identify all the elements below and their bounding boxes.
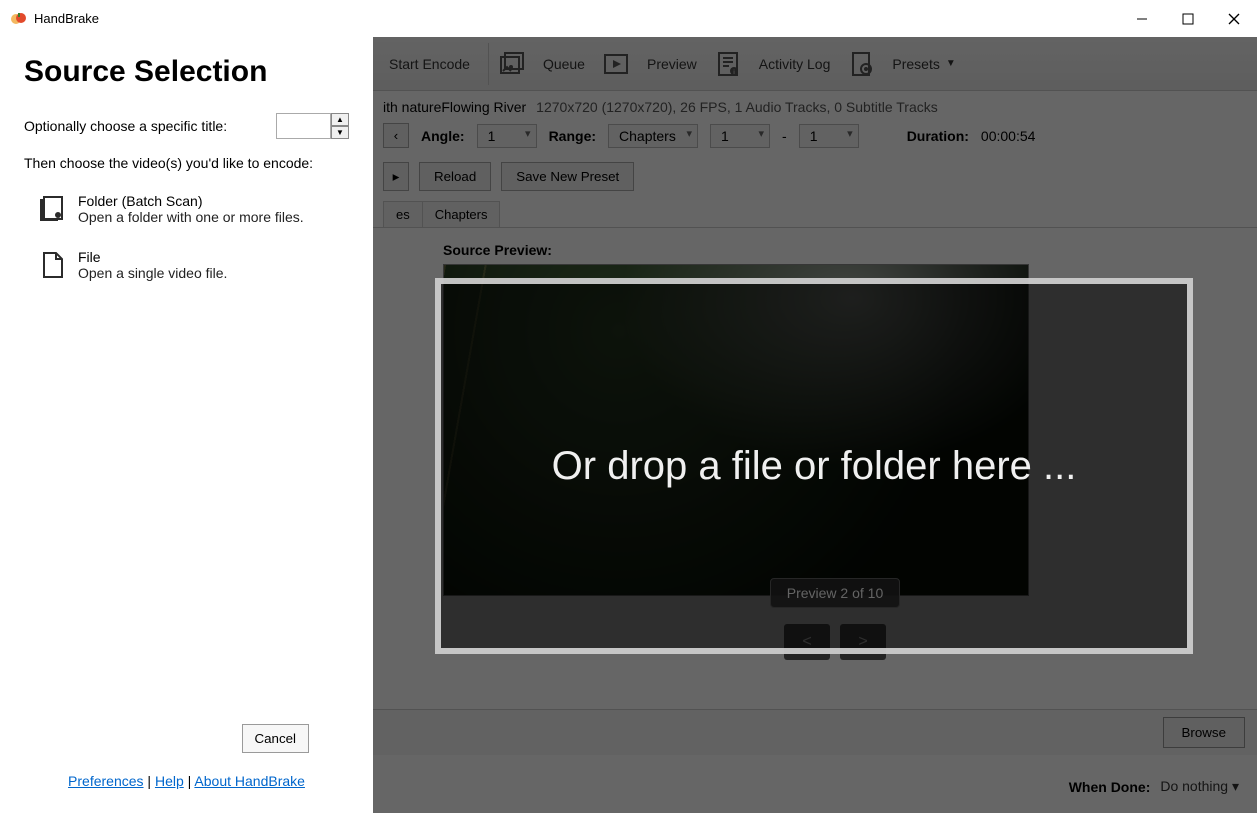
queue-add-icon[interactable] [499,51,525,77]
open-folder-option[interactable]: Folder (Batch Scan) Open a folder with o… [24,193,349,225]
titlebar: HandBrake [0,0,1257,37]
help-link[interactable]: Help [155,773,184,789]
range-label: Range: [549,128,596,144]
browse-button[interactable]: Browse [1163,717,1245,748]
file-option-desc: Open a single video file. [78,265,227,281]
queue-button[interactable]: Queue [535,50,593,78]
minimize-button[interactable] [1119,4,1165,34]
cancel-button[interactable]: Cancel [242,724,310,753]
title-spinner-down[interactable]: ▼ [331,126,349,139]
source-selection-panel: Source Selection Optionally choose a spe… [0,37,373,813]
duration-label: Duration: [907,128,969,144]
app-icon [10,10,28,28]
title-number-input[interactable] [276,113,331,139]
reload-button[interactable]: Reload [419,162,491,191]
footer-links: Preferences | Help | About HandBrake [24,773,349,803]
file-icon [38,251,66,279]
preview-button[interactable]: Preview [639,50,705,78]
source-preview-title: Source Preview: [443,242,1227,258]
when-done-label: When Done: [1069,779,1151,795]
open-file-option[interactable]: File Open a single video file. [24,249,349,281]
title-prev-button[interactable]: ‹ [383,123,409,148]
range-type-select[interactable]: Chapters [608,124,698,148]
presets-button[interactable]: Presets ▼ [884,50,963,78]
window: HandBrake Source Selection Optionally ch… [0,0,1257,813]
title-label: Optionally choose a specific title: [24,118,227,134]
range-from-select[interactable]: 1 [710,124,770,148]
when-done-select[interactable]: Do nothing ▾ [1160,778,1239,795]
save-new-preset-button[interactable]: Save New Preset [501,162,634,191]
folder-option-title: Folder (Batch Scan) [78,193,304,209]
preset-expand-button[interactable]: ▸ [383,162,409,191]
tab-truncated[interactable]: es [383,201,423,227]
file-option-title: File [78,249,227,265]
preview-icon[interactable] [603,51,629,77]
activity-log-icon[interactable]: i [715,51,741,77]
angle-label: Angle: [421,128,465,144]
drop-zone-text: Or drop a file or folder here ... [552,444,1077,489]
folder-option-desc: Open a folder with one or more files. [78,209,304,225]
toolbar: Start Encode Queue Preview i Activity Lo… [373,37,1257,91]
preferences-link[interactable]: Preferences [68,773,143,789]
source-name: ith natureFlowing River [383,99,526,115]
window-title: HandBrake [34,11,99,26]
source-meta: 1270x720 (1270x720), 26 FPS, 1 Audio Tra… [536,99,938,115]
about-link[interactable]: About HandBrake [194,773,305,789]
svg-text:i: i [733,70,734,76]
source-selection-heading: Source Selection [24,55,349,89]
start-encode-button[interactable]: Start Encode [381,50,478,78]
folder-icon [38,195,66,223]
presets-icon[interactable] [848,51,874,77]
duration-value: 00:00:54 [981,128,1036,144]
maximize-button[interactable] [1165,4,1211,34]
angle-select[interactable]: 1 [477,124,537,148]
source-instruction: Then choose the video(s) you'd like to e… [24,155,349,171]
tab-chapters[interactable]: Chapters [422,201,501,227]
drop-zone[interactable]: Or drop a file or folder here ... [435,278,1193,654]
range-to-select[interactable]: 1 [799,124,859,148]
activity-log-button[interactable]: Activity Log [751,50,839,78]
title-spinner-up[interactable]: ▲ [331,113,349,126]
close-button[interactable] [1211,4,1257,34]
